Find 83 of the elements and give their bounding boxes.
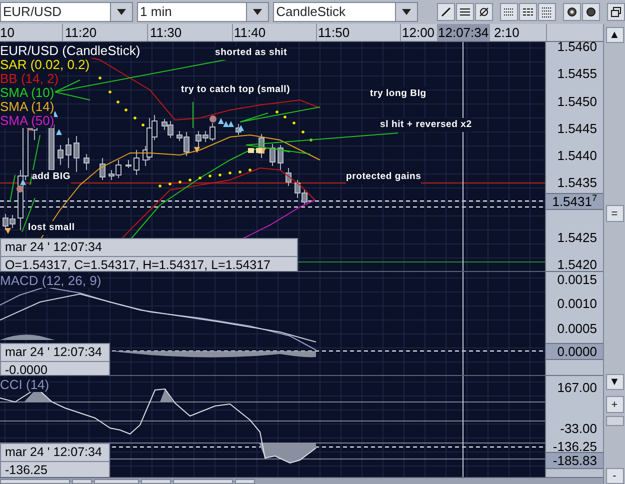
time-label: 11:50 bbox=[318, 24, 350, 41]
price-label: 1.5420 bbox=[557, 257, 597, 272]
line-tool-icon bbox=[440, 6, 452, 18]
scroll-thumb[interactable] bbox=[606, 416, 624, 426]
candle bbox=[58, 144, 64, 166]
legend-label: SAR (0.02, 0.2) bbox=[0, 58, 90, 72]
candle bbox=[66, 138, 72, 168]
time-label: 10 bbox=[0, 24, 14, 41]
time-label: 11:30 bbox=[150, 24, 182, 41]
value-label: 0.0015 bbox=[557, 272, 597, 287]
caret-icon bbox=[117, 9, 126, 15]
date-label: mar 24 ' 12:07:34 bbox=[4, 444, 103, 461]
legend-label: EUR/USD (CandleStick) bbox=[0, 44, 140, 58]
circle-slash-icon bbox=[478, 6, 490, 18]
annotation-text: sl hit + reversed x2 bbox=[380, 118, 472, 132]
toolbar-button[interactable] bbox=[582, 3, 600, 21]
legend-label: SMA (50) bbox=[0, 114, 54, 128]
price-label: 1.5435 bbox=[557, 175, 597, 190]
time-label: 11:20 bbox=[65, 24, 97, 41]
dashed-lines-icon bbox=[522, 6, 534, 18]
annotation-text: try to catch top (small) bbox=[181, 83, 290, 98]
candle bbox=[74, 136, 80, 172]
candle bbox=[134, 150, 140, 176]
legend-label: CCI (14) bbox=[0, 378, 50, 392]
scroll-up-button[interactable]: ▲ bbox=[606, 27, 624, 44]
toolbar-button[interactable] bbox=[538, 3, 556, 21]
panel-splitter-handle[interactable]: = bbox=[606, 205, 624, 222]
annotation-text: protected gains bbox=[346, 170, 422, 184]
toolbar-button[interactable] bbox=[563, 3, 581, 21]
dotted-lines-icon bbox=[541, 6, 553, 18]
ring-icon bbox=[566, 6, 578, 18]
value-label: 0.0010 bbox=[557, 296, 597, 311]
legend-label: SMA (10) bbox=[0, 86, 54, 100]
cursor-time-label: 12:07:34 bbox=[437, 24, 490, 41]
annotation-text: try long BIg bbox=[370, 87, 426, 102]
dot-icon bbox=[585, 6, 597, 18]
candle bbox=[286, 168, 292, 186]
time-label: 12:00 bbox=[402, 24, 435, 41]
date-label: mar 24 ' 12:07:34 bbox=[4, 344, 103, 361]
price-label: 1.5445 bbox=[557, 121, 597, 136]
current-price-label: 1.5431$^{7}$ bbox=[546, 193, 603, 210]
candle bbox=[100, 158, 106, 180]
price-label: 1.5455 bbox=[557, 66, 597, 81]
annotation-text: lost small bbox=[28, 221, 75, 236]
toolbar-button[interactable] bbox=[475, 3, 493, 21]
windows-icon bbox=[610, 6, 622, 18]
zoom-out-button[interactable]: - bbox=[606, 468, 624, 484]
toolbar-button[interactable] bbox=[500, 3, 518, 21]
value-label: -33.00 bbox=[560, 421, 597, 436]
value-label: -136.25 bbox=[552, 439, 597, 454]
symbol-dropdown[interactable]: EUR/USD bbox=[0, 2, 134, 22]
dotted-grid-icon bbox=[503, 6, 515, 18]
legend-label: SMA (14) bbox=[0, 100, 54, 114]
candle bbox=[84, 154, 90, 170]
scroll-down-button[interactable]: ▼ bbox=[606, 374, 624, 390]
caret-icon bbox=[253, 9, 262, 15]
time-label: 11:40 bbox=[234, 24, 266, 41]
candle bbox=[126, 160, 132, 168]
chart-type-dropdown[interactable]: CandleStick bbox=[273, 2, 418, 22]
caret-icon bbox=[402, 9, 411, 15]
candle bbox=[270, 144, 276, 166]
time-label: 2:10 bbox=[494, 24, 520, 41]
current-value-label: 0.0000 bbox=[546, 343, 603, 360]
value-label: 167.00 bbox=[557, 380, 597, 395]
toolbar-button[interactable] bbox=[456, 3, 474, 21]
value-label: 0.0005 bbox=[557, 321, 597, 336]
legend-label: BB (14, 2) bbox=[0, 72, 59, 86]
legend-label: MACD (12, 26, 9) bbox=[0, 274, 102, 288]
toolbar-button[interactable] bbox=[519, 3, 537, 21]
price-label: 1.5440 bbox=[557, 148, 597, 163]
price-label: 1.5450 bbox=[557, 94, 597, 109]
price-label: 1.5460 bbox=[557, 39, 597, 54]
candle bbox=[278, 144, 284, 170]
interval-dropdown[interactable]: 1 min bbox=[137, 2, 270, 22]
current-value-label: -185.83 bbox=[546, 452, 603, 469]
annotation-text: shorted as shit bbox=[215, 46, 288, 60]
price-label: 1.5425 bbox=[557, 230, 597, 245]
date-label: mar 24 ' 12:07:34 bbox=[4, 239, 103, 256]
horizontal-lines-icon bbox=[459, 6, 471, 18]
toolbar-button[interactable] bbox=[607, 3, 625, 21]
zoom-in-button[interactable]: + bbox=[606, 396, 624, 413]
toolbar-button[interactable] bbox=[437, 3, 455, 21]
annotation-text: add BIG bbox=[32, 170, 71, 184]
